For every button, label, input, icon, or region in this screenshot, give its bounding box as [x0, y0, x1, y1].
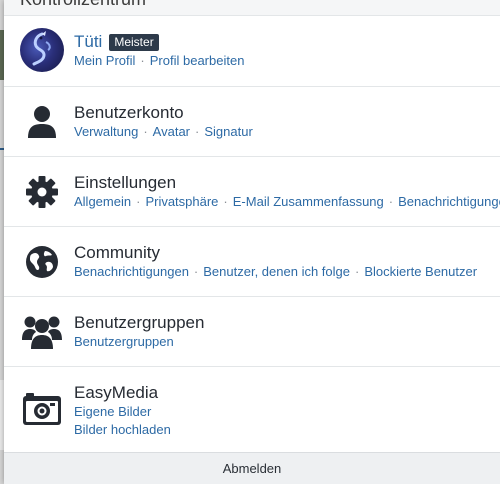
section-title: EasyMedia — [74, 383, 159, 402]
community-notifications-link[interactable]: Benachrichtigungen — [74, 264, 189, 279]
own-images-link[interactable]: Eigene Bilder — [74, 404, 151, 419]
section-links: Benachrichtigungen · Benutzer, denen ich f… — [74, 264, 477, 279]
username-link[interactable]: Tüti — [74, 32, 102, 52]
section-links: Bilder hochladen — [74, 422, 171, 437]
signature-link[interactable]: Signatur — [204, 124, 252, 139]
my-profile-link[interactable]: Mein Profil — [74, 53, 135, 68]
control-center-panel: Kontrollzentrum Tüti Meister Mein Profil… — [4, 0, 500, 484]
user-row: Tüti Meister Mein Profil · Profil bearbeit… — [4, 16, 500, 87]
section-links: Allgemein · Privatsphäre · E-Mail Zusammenfa… — [74, 194, 500, 209]
section-community: Community Benachrichtigungen · Benutzer, d… — [4, 227, 500, 297]
following-link[interactable]: Benutzer, denen ich folge — [203, 264, 350, 279]
separator: · — [195, 124, 200, 139]
privacy-link[interactable]: Privatsphäre — [145, 194, 218, 209]
blocked-users-link[interactable]: Blockierte Benutzer — [364, 264, 477, 279]
panel-title: Kontrollzentrum — [20, 0, 146, 10]
section-title: Einstellungen — [74, 173, 177, 192]
separator: · — [355, 264, 360, 279]
section-account: Benutzerkonto Verwaltung · Avatar · Signatur — [4, 87, 500, 157]
rank-badge: Meister — [109, 33, 159, 51]
section-easymedia: EasyMedia Eigene Bilder Bilder hochladen — [4, 367, 500, 452]
panel-header: Kontrollzentrum — [4, 0, 500, 16]
logout-button[interactable]: Abmelden — [4, 452, 500, 484]
separator: · — [136, 194, 141, 209]
logout-label: Abmelden — [222, 461, 282, 476]
globe-icon — [22, 242, 62, 282]
notification-settings-link[interactable]: Benachrichtigungen — [398, 194, 500, 209]
separator: · — [143, 124, 148, 139]
section-links: Verwaltung · Avatar · Signatur — [74, 124, 253, 139]
section-title: Benutzergruppen — [74, 313, 205, 332]
users-icon — [22, 312, 62, 352]
general-settings-link[interactable]: Allgemein — [74, 194, 131, 209]
upload-images-link[interactable]: Bilder hochladen — [74, 422, 171, 437]
section-title: Benutzerkonto — [74, 103, 184, 122]
account-management-link[interactable]: Verwaltung — [74, 124, 138, 139]
section-links: Eigene Bilder — [74, 404, 151, 419]
user-icon — [22, 102, 62, 142]
dragon-avatar-icon — [32, 31, 51, 66]
section-usergroups: Benutzergruppen Benutzergruppen — [4, 297, 500, 367]
section-settings: Einstellungen Allgemein · Privatsphäre · E-M… — [4, 157, 500, 227]
separator: · — [193, 264, 199, 279]
separator: · — [223, 194, 228, 209]
avatar-link[interactable]: Avatar — [153, 124, 190, 139]
avatar[interactable] — [20, 28, 64, 72]
usergroups-link[interactable]: Benutzergruppen — [74, 334, 174, 349]
separator: · — [388, 194, 394, 209]
section-links: Benutzergruppen — [74, 334, 174, 349]
section-title: Community — [74, 243, 160, 262]
edit-profile-link[interactable]: Profil bearbeiten — [150, 53, 245, 68]
user-heading: Tüti Meister — [74, 32, 159, 52]
user-links: Mein Profil · Profil bearbeiten — [74, 53, 244, 68]
gear-icon — [22, 172, 62, 212]
email-digest-link[interactable]: E-Mail Zusammenfassung — [233, 194, 384, 209]
camera-icon — [22, 389, 62, 429]
separator: · — [140, 53, 145, 68]
